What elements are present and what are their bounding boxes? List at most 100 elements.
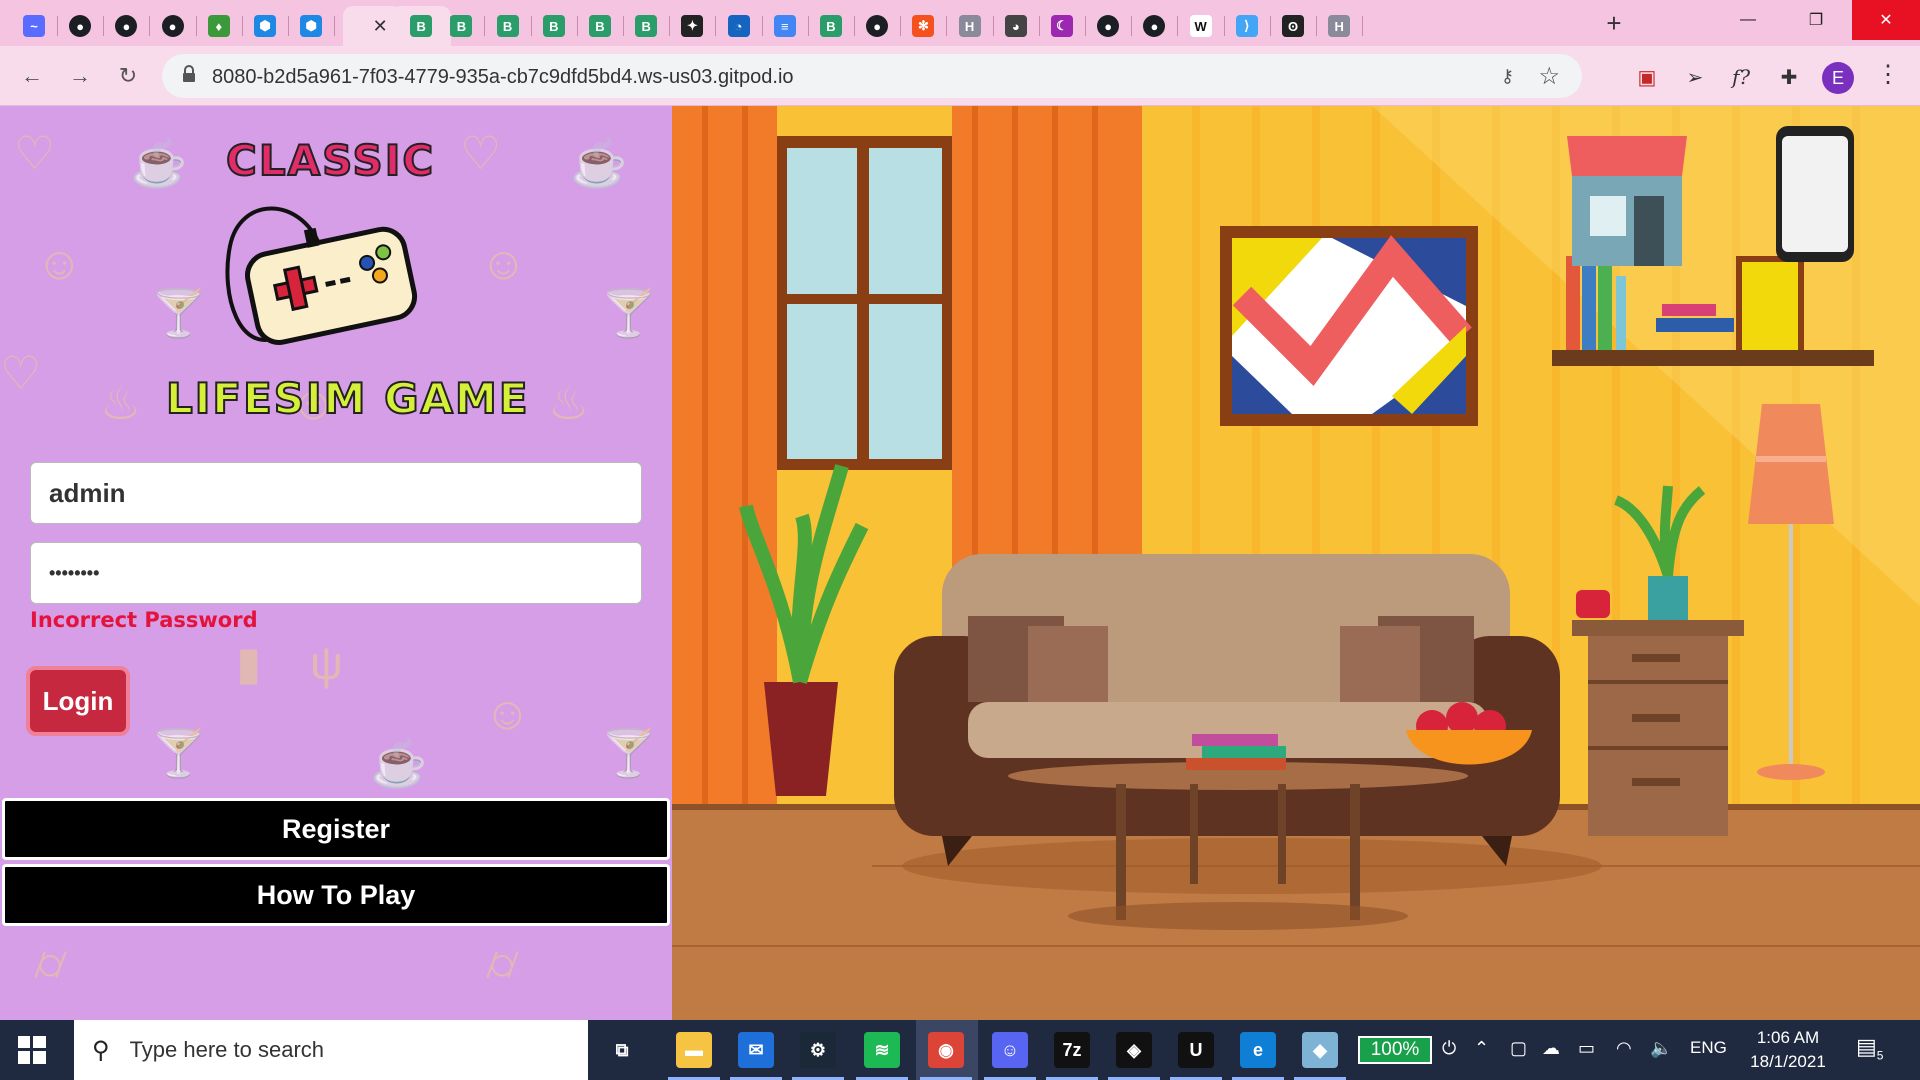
browser-tab[interactable]: B <box>622 6 671 46</box>
living-room-illustration <box>672 106 1920 1020</box>
github-icon: ● <box>115 15 138 37</box>
file-explorer-icon[interactable]: ▬ <box>676 1032 712 1068</box>
bookmark-star-icon[interactable]: ☆ <box>1538 62 1560 91</box>
chevron-up-icon[interactable]: ⌃ <box>1474 1038 1489 1059</box>
popsicle-doodle-icon: ▮ <box>236 637 262 689</box>
task-view-icon[interactable]: ⧉ <box>604 1032 640 1068</box>
unreal-icon[interactable]: U <box>1178 1032 1214 1068</box>
hotdog-doodle-icon: ⌭ <box>34 937 67 989</box>
docs-icon: ≡ <box>773 15 796 37</box>
browser-tab[interactable]: ● <box>1084 6 1133 46</box>
7zip-icon[interactable]: 7z <box>1054 1032 1090 1068</box>
smiley-doodle-icon: ☺ <box>36 237 83 289</box>
browser-tab[interactable]: ✻ <box>899 6 948 46</box>
browser-tab[interactable]: B <box>484 6 532 46</box>
close-tab-icon[interactable]: ✕ <box>373 16 388 37</box>
login-button[interactable]: Login <box>26 666 130 736</box>
notification-center-icon[interactable]: ▤5 <box>1856 1034 1883 1062</box>
register-button[interactable]: Register <box>2 798 670 860</box>
password-input[interactable]: •••••••• <box>30 542 642 604</box>
close-window-button[interactable]: ✕ <box>1852 0 1920 40</box>
taskbar-search-box[interactable]: ⚲ Type here to search <box>74 1020 588 1080</box>
key-icon[interactable]: ⚷ <box>1501 66 1514 87</box>
vue-b-icon: B <box>820 15 842 37</box>
spotify-icon[interactable]: ≋ <box>864 1032 900 1068</box>
cube-icon: ⬢ <box>254 15 276 37</box>
function-extension-icon[interactable]: f? <box>1726 62 1756 92</box>
logo-title-bottom: LIFESIM GAME <box>165 373 530 424</box>
cursor-extension-icon[interactable]: ➢ <box>1680 62 1710 92</box>
notification-count: 5 <box>1876 1048 1884 1063</box>
cocktail-doodle-icon: 🍸 <box>600 287 658 339</box>
browser-tab[interactable]: ⟩ <box>1223 6 1271 46</box>
how-to-play-button[interactable]: How To Play <box>2 864 670 926</box>
unity-icon[interactable]: ◈ <box>1116 1032 1152 1068</box>
browser-tab[interactable]: ● <box>853 6 902 46</box>
minimize-button[interactable]: — <box>1714 0 1782 40</box>
browser-tab[interactable]: B <box>807 6 855 46</box>
paper-app-icon[interactable]: ◆ <box>1302 1032 1338 1068</box>
browser-tab[interactable]: ⬢ <box>287 6 336 46</box>
browser-tab[interactable]: B <box>576 6 624 46</box>
language-indicator[interactable]: ENG <box>1690 1038 1727 1058</box>
steam-icon[interactable]: ⚙ <box>800 1032 836 1068</box>
cocktail-doodle-icon: 🍸 <box>150 727 208 779</box>
profile-avatar[interactable]: E <box>1822 62 1854 94</box>
smiley-doodle-icon: ☺ <box>484 687 531 739</box>
reload-button[interactable]: ↻ <box>112 60 144 92</box>
wifi-icon[interactable]: ◠ <box>1616 1038 1632 1059</box>
browser-tab[interactable]: ● <box>149 6 197 46</box>
discord-icon[interactable]: ☺ <box>992 1032 1028 1068</box>
username-input[interactable]: admin <box>30 462 642 524</box>
edge-icon[interactable]: e <box>1240 1032 1276 1068</box>
browser-tab[interactable]: ◔ <box>715 6 763 46</box>
address-bar[interactable]: 8080-b2d5a961-7f03-4779-935a-cb7c9dfd5bd… <box>162 54 1582 98</box>
browser-tab[interactable]: ● <box>1130 6 1179 46</box>
system-clock[interactable]: 1:06 AM 18/1/2021 <box>1738 1026 1838 1074</box>
browser-tab[interactable]: W <box>1177 6 1225 46</box>
menu-icon[interactable]: ⋮ <box>1876 60 1900 89</box>
extensions-puzzle-icon[interactable]: ✚ <box>1774 62 1804 92</box>
battery-percentage-badge[interactable]: 100% <box>1358 1036 1432 1064</box>
browser-tab[interactable]: ◕ <box>992 6 1040 46</box>
username-value: admin <box>49 477 126 508</box>
logo-title-top: CLASSIC <box>225 135 436 186</box>
tab-separator <box>334 16 336 36</box>
onedrive-cloud-icon[interactable]: ☁ <box>1542 1038 1560 1059</box>
browser-tab[interactable]: H <box>946 6 994 46</box>
browser-tab[interactable]: ʘ <box>1269 6 1317 46</box>
restore-button[interactable]: ❐ <box>1782 0 1850 40</box>
search-icon: ⚲ <box>92 1036 110 1064</box>
heart-doodle-icon: ♡ <box>0 347 42 399</box>
browser-tab[interactable]: ~ <box>10 6 58 46</box>
chrome-icon[interactable]: ◉ <box>928 1032 964 1068</box>
browser-tab[interactable]: ≡ <box>761 6 809 46</box>
github-icon: ● <box>866 15 889 37</box>
forward-button[interactable]: → <box>64 60 96 92</box>
meet-now-icon[interactable]: ▢ <box>1510 1038 1527 1059</box>
power-plug-icon[interactable]: ⏻ <box>1442 1038 1456 1059</box>
windows-logo-icon <box>18 1036 46 1064</box>
browser-tab[interactable]: ⬢ <box>241 6 289 46</box>
mail-icon[interactable]: ✉ <box>738 1032 774 1068</box>
back-button[interactable]: ← <box>16 60 48 92</box>
clock-date: 18/1/2021 <box>1750 1052 1826 1071</box>
stickman-icon: ✦ <box>681 15 704 37</box>
browser-tab[interactable]: B <box>530 6 578 46</box>
browser-tab[interactable]: H <box>1315 6 1364 46</box>
browser-tab[interactable]: ● <box>102 6 151 46</box>
browser-tab[interactable]: ♦ <box>195 6 243 46</box>
pocket-extension-icon[interactable]: ▣ <box>1632 62 1662 92</box>
h-icon: H <box>958 15 981 37</box>
butterfly-icon: ~ <box>23 15 45 37</box>
github-icon: ● <box>1097 15 1120 37</box>
browser-tab[interactable]: B <box>437 6 486 46</box>
browser-tab[interactable]: ✦ <box>668 6 717 46</box>
volume-icon[interactable]: 🔈 <box>1650 1038 1672 1059</box>
hotdog-doodle-icon: ⌭ <box>486 937 519 989</box>
start-button[interactable] <box>18 1036 46 1069</box>
browser-tab[interactable]: ☾ <box>1038 6 1086 46</box>
browser-tab[interactable]: ● <box>56 6 105 46</box>
battery-icon[interactable]: ▭ <box>1578 1038 1595 1059</box>
new-tab-button[interactable]: + <box>1600 10 1628 38</box>
